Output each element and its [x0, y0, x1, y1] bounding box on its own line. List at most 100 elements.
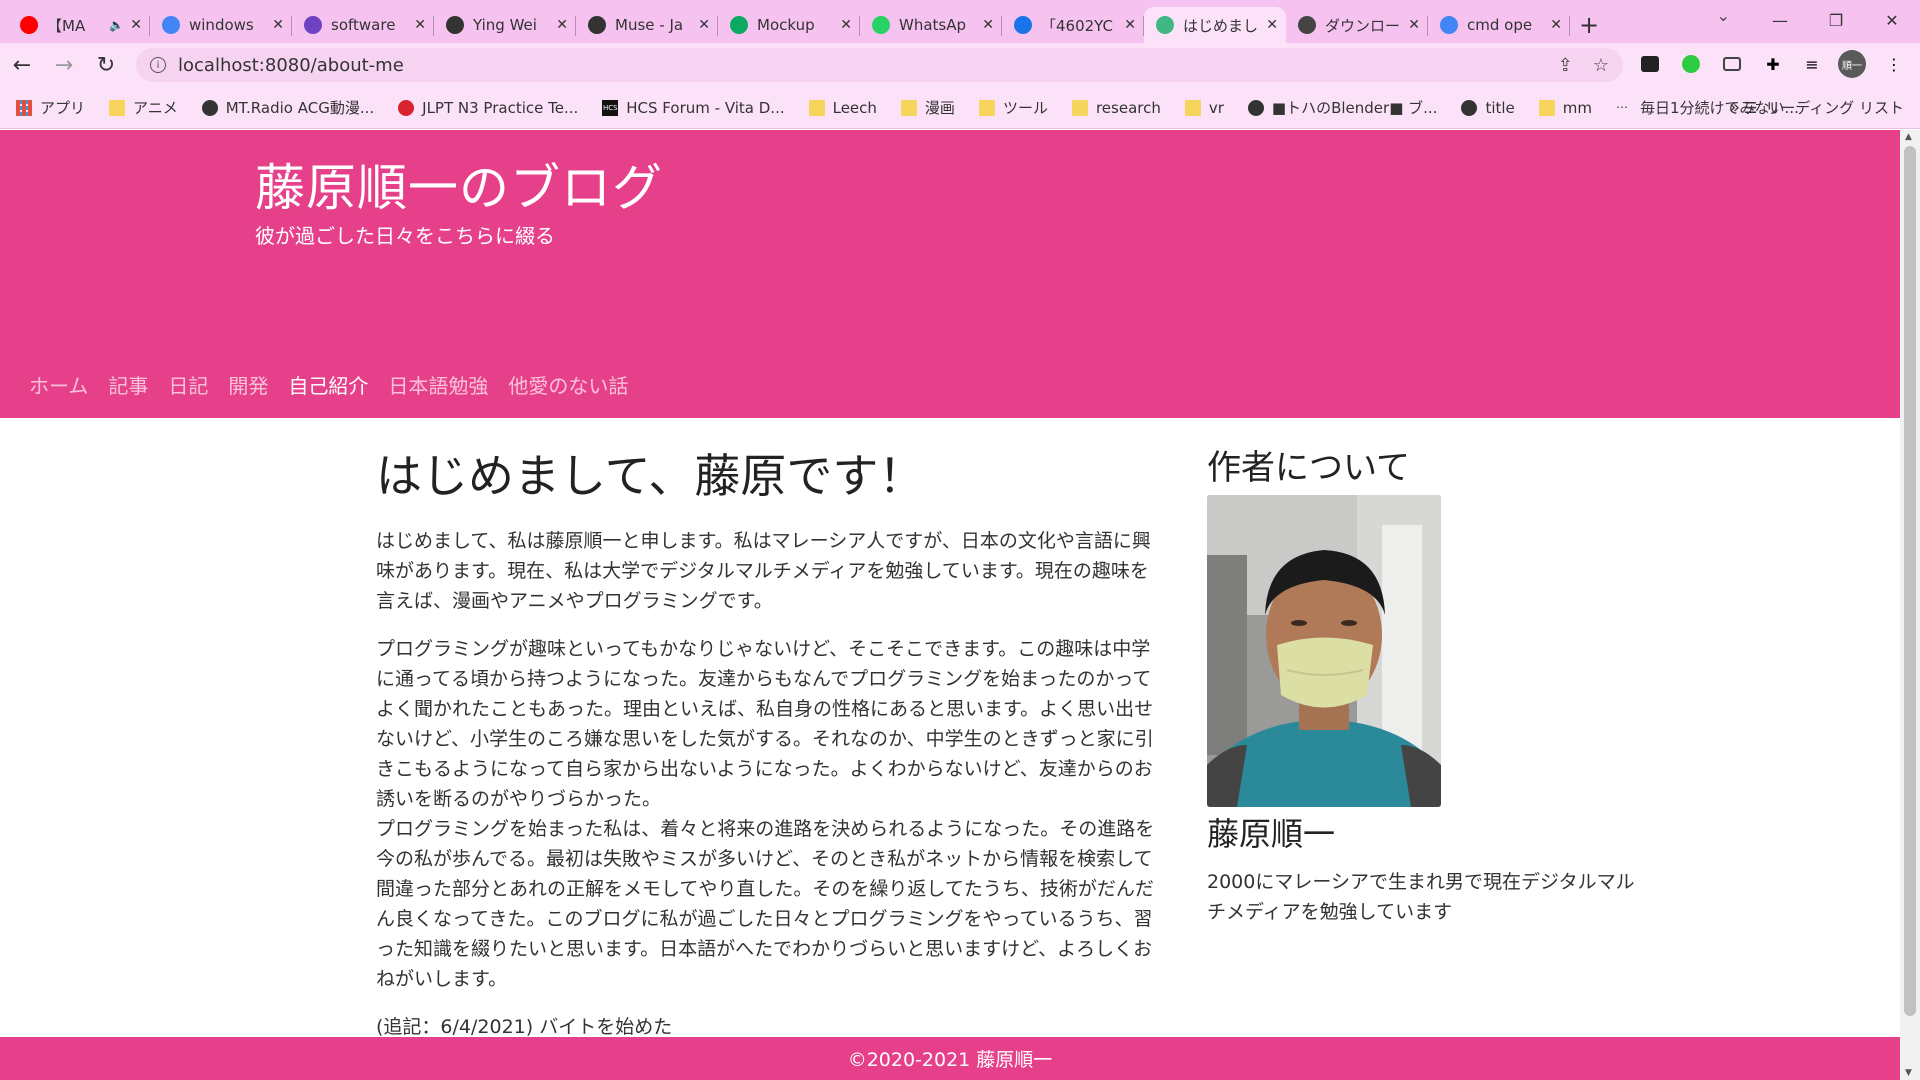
contact-icon — [1014, 16, 1032, 34]
globe-icon — [201, 99, 218, 116]
author-name: 藤原順一 — [1207, 815, 1336, 853]
bookmark-label: title — [1485, 98, 1515, 117]
globe-icon — [588, 16, 606, 34]
tab-close-icon[interactable]: ✕ — [982, 17, 994, 33]
bookmark-item[interactable]: mm — [1538, 99, 1592, 117]
nav-link[interactable]: 開発 — [228, 370, 268, 399]
bookmark-item[interactable]: JLPT N3 Practice Te... — [398, 99, 578, 117]
px-icon — [730, 16, 748, 34]
share-icon[interactable]: ⇪ — [1558, 55, 1573, 76]
nav-link[interactable]: ホーム — [29, 370, 88, 399]
apps-icon — [16, 99, 32, 116]
browser-tab[interactable]: 「4602YC ✕ — [1002, 7, 1144, 43]
forward-icon[interactable]: → — [44, 45, 84, 85]
profile-avatar[interactable]: 順一 — [1838, 50, 1866, 78]
bookmark-label: アプリ — [40, 99, 86, 117]
new-tab-icon[interactable]: + — [1570, 7, 1608, 43]
site-footer: ©2020-2021 藤原順一 — [0, 1037, 1900, 1080]
browser-tab[interactable]: ダウンロー ✕ — [1286, 7, 1428, 43]
bookmark-item[interactable]: Leech — [808, 99, 877, 117]
tab-close-icon[interactable]: ✕ — [130, 17, 142, 33]
extension-camera-icon[interactable] — [1720, 52, 1744, 76]
page-viewport: 藤原順一のブログ 彼が過ごした日々をこちらに綴る ホーム 記事 日記 開発 自己紹介 日本… — [0, 130, 1900, 1080]
browser-tab[interactable]: Muse - Ja ✕ — [576, 7, 718, 43]
tab-close-icon[interactable]: ✕ — [272, 17, 284, 33]
tab-close-icon[interactable]: ✕ — [414, 17, 426, 33]
bookmark-label: ツール — [1002, 99, 1048, 117]
post-title: はじめまして、藤原です！ — [376, 449, 925, 503]
reading-list-button[interactable]: ☰ リーディング リスト — [1744, 97, 1904, 118]
nav-link[interactable]: 日記 — [168, 370, 208, 399]
browser-tab[interactable]: Mockup ✕ — [718, 7, 860, 43]
nav-link[interactable]: 他愛のない話 — [508, 370, 628, 399]
tab-title: windows — [189, 16, 254, 34]
window-controls: — ❐ ✕ — [1752, 0, 1920, 40]
tab-close-icon[interactable]: ✕ — [698, 17, 710, 33]
site-title[interactable]: 藤原順一のブログ — [255, 148, 663, 220]
site-tagline: 彼が過ごした日々をこちらに綴る — [255, 224, 555, 248]
bookmark-item[interactable]: ■トハのBlender■ ブ... — [1247, 97, 1438, 118]
footer-copyright: ©2020-2021 藤原順一 — [847, 1049, 1053, 1071]
nav-link[interactable]: 記事 — [108, 370, 148, 399]
browser-tab[interactable]: Ying Wei ✕ — [434, 7, 576, 43]
bookmark-label: ■トハのBlender■ ブ... — [1271, 99, 1438, 117]
tab-close-icon[interactable]: ✕ — [556, 17, 568, 33]
folder-icon — [1071, 99, 1088, 116]
bookmark-item[interactable]: ツール — [978, 97, 1048, 118]
tab-close-icon[interactable]: ✕ — [1550, 17, 1562, 33]
scroll-down-arrow-icon[interactable]: ▼ — [1905, 1068, 1912, 1078]
tab-title: 「4602YC — [1041, 16, 1113, 35]
folder-icon — [808, 99, 825, 116]
reload-icon[interactable]: ↻ — [86, 45, 126, 85]
bookmark-item[interactable]: アプリ — [16, 97, 85, 118]
extension-square-icon[interactable] — [1638, 52, 1662, 76]
scroll-thumb[interactable] — [1904, 146, 1916, 1016]
bookmark-item[interactable]: HCS HCS Forum - Vita D... — [602, 99, 785, 117]
tab-title: Mockup — [757, 16, 815, 34]
page-scrollbar[interactable]: ▲ ▼ — [1900, 130, 1920, 1080]
tab-close-icon[interactable]: ✕ — [1124, 17, 1136, 33]
tab-title: 【MA — [47, 16, 86, 35]
close-window-icon[interactable]: ✕ — [1864, 0, 1920, 40]
browser-tab[interactable]: はじめまし ✕ — [1144, 7, 1286, 43]
menu-kebab-icon[interactable]: ⋮ — [1882, 52, 1906, 76]
scroll-up-arrow-icon[interactable]: ▲ — [1905, 132, 1912, 142]
site-info-icon[interactable]: i — [150, 57, 166, 73]
tab-title: ダウンロー — [1325, 16, 1401, 35]
extensions-puzzle-icon[interactable]: ✚ — [1761, 52, 1785, 76]
browser-tab[interactable]: software ✕ — [292, 7, 434, 43]
tab-close-icon[interactable]: ✕ — [840, 17, 852, 33]
hcs-icon: HCS — [602, 99, 619, 116]
browser-tab[interactable]: 【MA 🔈 ✕ — [8, 7, 150, 43]
nav-link[interactable]: 自己紹介 — [288, 370, 368, 399]
bookmark-item[interactable]: title — [1461, 98, 1515, 117]
bookmark-item[interactable]: 漫画 — [900, 97, 955, 118]
bookmarks-overflow-icon[interactable]: » — [1729, 97, 1740, 118]
google-icon — [162, 16, 180, 34]
browser-tab[interactable]: WhatsAp ✕ — [860, 7, 1002, 43]
reading-list-label: リーディング リスト — [1765, 99, 1904, 117]
minimize-icon[interactable]: — — [1752, 0, 1808, 40]
browser-tab[interactable]: windows ✕ — [150, 7, 292, 43]
nav-link[interactable]: 日本語勉強 — [388, 370, 488, 399]
browser-tab[interactable]: cmd ope ✕ — [1428, 7, 1570, 43]
bookmark-star-icon[interactable]: ☆ — [1593, 55, 1609, 76]
address-url[interactable]: localhost:8080/about-me — [178, 55, 404, 76]
restore-icon[interactable]: ❐ — [1808, 0, 1864, 40]
bookmark-item[interactable]: アニメ — [109, 97, 178, 118]
tab-close-icon[interactable]: ✕ — [1408, 17, 1420, 33]
address-bar[interactable]: i localhost:8080/about-me ⇪ ☆ — [136, 48, 1623, 82]
back-icon[interactable]: ← — [2, 45, 42, 85]
bookmark-item[interactable]: MT.Radio ACG動漫... — [201, 97, 374, 118]
post-paragraph-intro: はじめまして、私は藤原順一と申します。私はマレーシア人ですが、日本の文化や言語に… — [376, 530, 1151, 612]
tab-audio-icon[interactable]: 🔈 — [109, 18, 124, 32]
bookmark-item[interactable]: research — [1071, 99, 1161, 117]
bookmark-item[interactable]: vr — [1184, 99, 1224, 117]
tab-search-icon[interactable]: ⌄ — [1717, 6, 1730, 25]
tab-close-icon[interactable]: ✕ — [1266, 17, 1278, 33]
bookmark-label: JLPT N3 Practice Te... — [422, 98, 579, 117]
tab-title: Ying Wei — [473, 16, 537, 34]
media-control-icon[interactable]: ≡ — [1800, 52, 1824, 76]
extension-green-icon[interactable] — [1679, 52, 1703, 76]
sidebar-title: 作者について — [1207, 448, 1410, 488]
